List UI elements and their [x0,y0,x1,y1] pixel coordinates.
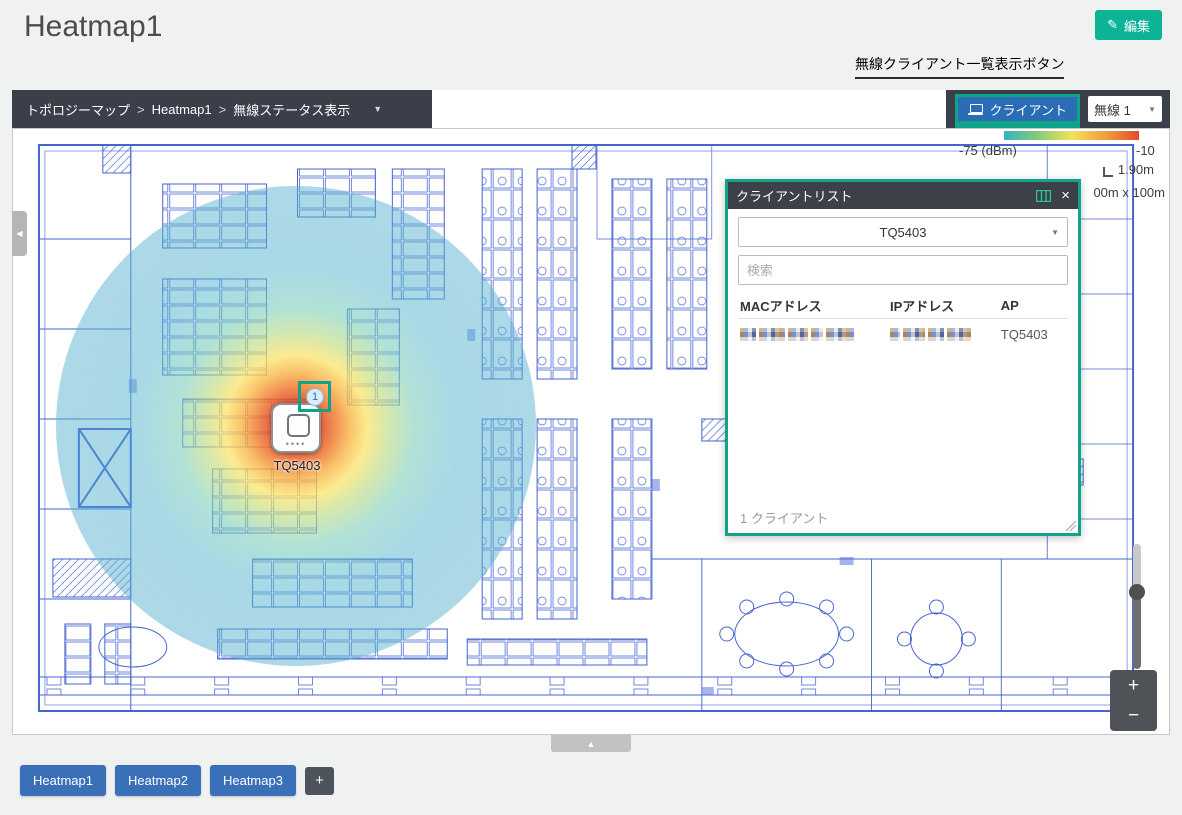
toolbar-right: クライアント 無線 1 ▼ [946,90,1170,128]
laptop-icon [968,104,983,115]
signal-legend-gradient [1004,131,1139,140]
legend-min-label: -75 (dBm) [959,143,1017,158]
edit-button[interactable]: ✎ 編集 [1095,10,1162,40]
ap-led-dots: •••• [273,440,319,448]
page-title: Heatmap1 [24,10,162,44]
ap-filter-select[interactable]: TQ5403 ▼ [738,217,1068,247]
zoom-slider-handle[interactable] [1129,584,1145,600]
breadcrumb: トポロジーマップ > Heatmap1 > 無線ステータス表示 ▼ [12,90,432,128]
map-canvas[interactable]: •••• TQ5403 1 -75 (dBm) -10 1.90m 00m x … [12,128,1170,735]
close-icon[interactable]: × [1061,188,1070,203]
view-mode-select[interactable]: 無線ステータス表示 [233,100,350,119]
breadcrumb-separator: > [219,102,227,117]
breadcrumb-separator: > [137,102,145,117]
chevron-down-icon: ▼ [1148,105,1156,114]
client-button-highlight: クライアント [955,94,1080,124]
columns-icon[interactable] [1036,190,1051,202]
client-panel-header[interactable]: クライアントリスト × [728,182,1078,209]
chevron-left-icon: ◀ [16,229,22,238]
app-root: Heatmap1 ✎ 編集 無線クライアント一覧表示ボタン トポロジーマップ >… [0,0,1182,815]
tab-heatmap1[interactable]: Heatmap1 [20,765,106,796]
masked-mac-address [740,328,890,341]
radio-select-value: 無線 1 [1094,100,1131,119]
chevron-down-icon[interactable]: ▼ [373,104,382,114]
pencil-icon: ✎ [1107,17,1118,33]
zoom-in-button[interactable]: + [1110,670,1157,701]
zoom-slider-track[interactable] [1133,544,1141,669]
client-table-header: MACアドレス IPアドレス AP [738,293,1068,319]
resize-handle[interactable] [1065,520,1076,531]
edit-button-label: 編集 [1124,16,1150,35]
chevron-up-icon: ▲ [587,739,596,749]
annotation-label: 無線クライアント一覧表示ボタン [855,54,1064,79]
ap-filter-value: TQ5403 [880,225,927,240]
search-input[interactable] [738,255,1068,285]
client-panel-body: TQ5403 ▼ MACアドレス IPアドレス AP TQ5403 [728,209,1078,533]
client-list-panel: クライアントリスト × TQ5403 ▼ MACアドレス IPアドレス AP [725,179,1081,536]
client-count-footer: 1 クライアント [740,508,828,527]
map-tabs: Heatmap1 Heatmap2 Heatmap3 + [20,765,334,796]
tab-heatmap3[interactable]: Heatmap3 [210,765,296,796]
client-panel-title: クライアントリスト [736,186,1026,205]
legend-max-label: -10 [1136,143,1155,158]
grid-scale: 1.90m [1103,162,1154,177]
column-ip-address: IPアドレス [890,296,1001,315]
client-table-row[interactable]: TQ5403 [738,319,1068,349]
ap-label: TQ5403 [251,458,343,473]
left-panel-toggle[interactable]: ◀ [12,211,27,256]
add-map-button[interactable]: + [305,767,334,795]
masked-ip-address [890,328,1001,341]
tab-heatmap2[interactable]: Heatmap2 [115,765,201,796]
breadcrumb-topology-map[interactable]: トポロジーマップ [26,100,130,119]
zoom-controls: + − [1110,670,1157,731]
column-mac-address: MACアドレス [740,296,890,315]
bottom-panel-toggle[interactable]: ▲ [551,735,631,752]
column-ap: AP [1001,298,1066,313]
map-size-label: 00m x 100m [1093,185,1165,200]
zoom-out-button[interactable]: − [1110,701,1157,732]
toolbar: トポロジーマップ > Heatmap1 > 無線ステータス表示 ▼ クライアント… [12,90,1170,128]
client-ap-cell: TQ5403 [1001,327,1066,342]
grid-scale-label: 1.90m [1118,162,1154,177]
chevron-down-icon: ▼ [1051,228,1059,237]
ruler-icon [1103,167,1113,177]
client-count-badge[interactable]: 1 [306,388,324,406]
radio-select[interactable]: 無線 1 ▼ [1088,96,1162,122]
breadcrumb-heatmap1[interactable]: Heatmap1 [152,102,212,117]
client-list-button[interactable]: クライアント [958,97,1077,121]
client-button-label: クライアント [990,100,1067,119]
